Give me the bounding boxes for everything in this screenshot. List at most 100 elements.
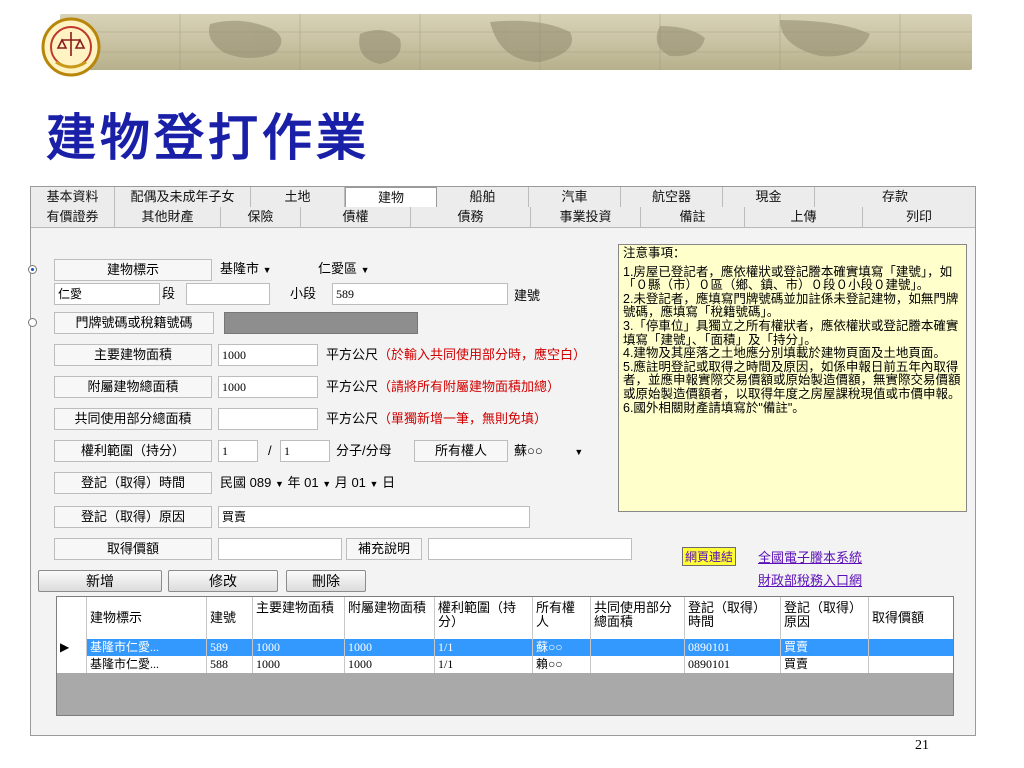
- district-select[interactable]: 仁愛區 ▼: [318, 259, 428, 279]
- emblem-logo: [41, 17, 101, 77]
- common-area-note: （單獨新增一筆，無則免填）: [378, 411, 548, 426]
- table-cell: [869, 656, 953, 673]
- day-select[interactable]: 01 ▼: [351, 475, 378, 490]
- col-header-label[interactable]: 建物標示: [87, 597, 207, 639]
- table-cell: 1000: [253, 656, 345, 673]
- table-cell: 1000: [345, 656, 435, 673]
- row-pointer-icon: ▶: [57, 639, 87, 656]
- col-header-number[interactable]: 建號: [207, 597, 253, 639]
- day-label: 日: [382, 475, 396, 490]
- main-area-input[interactable]: 1000: [218, 344, 318, 366]
- reg-reason-input[interactable]: 買賣: [218, 506, 530, 528]
- table-cell: 基隆市仁愛...: [87, 656, 207, 673]
- main-area-unit: 平方公尺: [326, 347, 379, 362]
- tab-land[interactable]: 土地: [251, 187, 345, 207]
- door-number-input[interactable]: [224, 312, 418, 334]
- col-header-reg-time[interactable]: 登記（取得）時間: [685, 597, 781, 639]
- tab-cash[interactable]: 現金: [723, 187, 815, 207]
- chevron-down-icon: ▼: [360, 265, 370, 275]
- common-area-unit-row: 平方公尺（單獨新增一筆，無則免填）: [326, 409, 547, 429]
- section-name-input[interactable]: [186, 283, 270, 305]
- tab-upload[interactable]: 上傳: [745, 207, 863, 227]
- city-select[interactable]: 基隆市 ▼: [220, 259, 308, 279]
- col-header-aux-area[interactable]: 附屬建物面積: [345, 597, 435, 639]
- chevron-down-icon: ▼: [369, 479, 379, 489]
- common-area-input[interactable]: [218, 408, 318, 430]
- main-area-caption: 主要建物面積: [54, 344, 212, 366]
- table-cell: 589: [207, 639, 253, 656]
- door-number-caption: 門牌號碼或稅籍號碼: [54, 312, 214, 334]
- col-header-price[interactable]: 取得價額: [869, 597, 953, 639]
- table-cell: [869, 639, 953, 656]
- slide-title: 建物登打作業: [46, 108, 370, 167]
- tab-row-2: 有價證券 其他財產 保險 債權 債務 事業投資 備註 上傳 列印: [31, 207, 975, 228]
- common-area-caption: 共同使用部分總面積: [54, 408, 212, 430]
- tab-other-property[interactable]: 其他財產: [115, 207, 221, 227]
- section-label: 段: [162, 286, 176, 301]
- tab-ship[interactable]: 船舶: [437, 187, 529, 207]
- table-cell: 1000: [253, 639, 345, 656]
- edit-button[interactable]: 修改: [168, 570, 278, 592]
- aux-area-caption: 附屬建物總面積: [54, 376, 212, 398]
- building-label-radio[interactable]: [28, 265, 37, 274]
- notice-title: 注意事項：: [623, 246, 686, 260]
- tax-portal-link[interactable]: 財政部稅務入口網: [758, 570, 862, 589]
- tab-print[interactable]: 列印: [863, 207, 975, 227]
- col-header-reg-reason[interactable]: 登記（取得）原因: [781, 597, 869, 639]
- col-header-main-area[interactable]: 主要建物面積: [253, 597, 345, 639]
- month-label: 月: [334, 475, 348, 490]
- add-button[interactable]: 新增: [38, 570, 162, 592]
- tab-spouse[interactable]: 配偶及未成年子女: [115, 187, 251, 207]
- building-no-input[interactable]: 589: [332, 283, 508, 305]
- col-header-owner[interactable]: 所有權人: [533, 597, 591, 639]
- table-cell: [591, 656, 685, 673]
- e-transcript-link[interactable]: 全國電子謄本系統: [758, 547, 862, 566]
- tab-deposit[interactable]: 存款: [815, 187, 975, 207]
- tab-business-investment[interactable]: 事業投資: [531, 207, 641, 227]
- notice-item-5: 5.應註明登記或取得之時間及原因，如係申報日前五年內取得者，並應申報實際交易價額…: [623, 359, 961, 401]
- reg-time-selects: 民國 089 ▼ 年 01 ▼ 月 01 ▼ 日: [220, 473, 395, 493]
- tab-building[interactable]: 建物: [345, 187, 437, 207]
- tab-basic-info[interactable]: 基本資料: [31, 187, 115, 207]
- row-header-cell: [57, 656, 87, 673]
- door-number-radio[interactable]: [28, 318, 37, 327]
- supp-input[interactable]: [428, 538, 632, 560]
- tab-car[interactable]: 汽車: [529, 187, 621, 207]
- tab-claims[interactable]: 債權: [301, 207, 411, 227]
- month-value: 01: [304, 475, 319, 490]
- table-cell: 1/1: [435, 656, 533, 673]
- chevron-down-icon: ▼: [574, 447, 584, 457]
- aux-area-note: （請將所有附屬建物面積加總）: [378, 379, 561, 394]
- aux-area-input[interactable]: 1000: [218, 376, 318, 398]
- page-number: 21: [915, 738, 929, 753]
- tab-notes[interactable]: 備註: [641, 207, 745, 227]
- row-header-cell: [57, 597, 87, 639]
- table-row[interactable]: ▶ 基隆市仁愛... 589 1000 1000 1/1 蘇○○ 0890101…: [57, 639, 953, 656]
- table-header: 建物標示 建號 主要建物面積 附屬建物面積 權利範圍（持分） 所有權人 共同使用…: [57, 597, 953, 639]
- table-cell: 蘇○○: [533, 639, 591, 656]
- col-header-share[interactable]: 權利範圍（持分）: [435, 597, 533, 639]
- tab-securities[interactable]: 有價證券: [31, 207, 115, 227]
- table-cell: 0890101: [685, 639, 781, 656]
- building-label-caption: 建物標示: [54, 259, 212, 281]
- aux-area-unit: 平方公尺: [326, 379, 379, 394]
- year-select[interactable]: 089 ▼: [250, 475, 284, 490]
- section-input[interactable]: 仁愛: [54, 283, 160, 305]
- table-row[interactable]: 基隆市仁愛... 588 1000 1000 1/1 賴○○ 0890101 買…: [57, 656, 953, 673]
- share-caption: 權利範圍（持分）: [54, 440, 212, 462]
- share-denominator-input[interactable]: 1: [280, 440, 330, 462]
- table-cell: 買賣: [781, 639, 869, 656]
- price-caption: 取得價額: [54, 538, 212, 560]
- tab-insurance[interactable]: 保險: [221, 207, 301, 227]
- tab-debts[interactable]: 債務: [411, 207, 531, 227]
- col-header-common-area[interactable]: 共同使用部分總面積: [591, 597, 685, 639]
- table-cell: 588: [207, 656, 253, 673]
- building-no-label: 建號: [514, 288, 541, 303]
- price-input[interactable]: [218, 538, 342, 560]
- owner-select[interactable]: 蘇○○ ▼: [514, 441, 608, 461]
- delete-button[interactable]: 刪除: [286, 570, 366, 592]
- share-numerator-input[interactable]: 1: [218, 440, 258, 462]
- subsection-label: 小段: [290, 286, 317, 301]
- month-select[interactable]: 01 ▼: [304, 475, 331, 490]
- tab-aircraft[interactable]: 航空器: [621, 187, 723, 207]
